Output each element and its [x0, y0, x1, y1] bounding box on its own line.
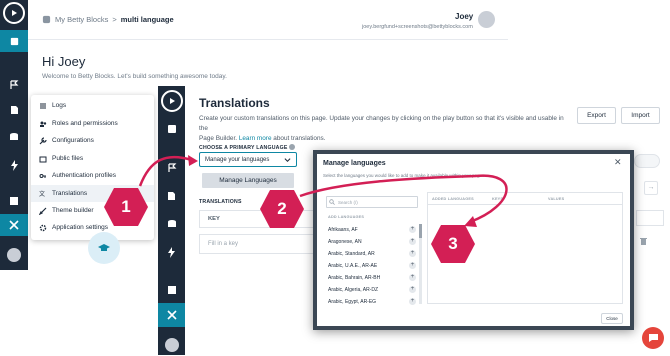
step-number: 1 [121, 197, 131, 216]
arrow-2 [299, 174, 477, 198]
arrow-3 [469, 174, 508, 224]
chat-button[interactable] [642, 327, 664, 349]
step-number: 3 [448, 234, 458, 253]
step-number: 2 [277, 199, 287, 218]
arrow-1 [138, 155, 193, 187]
chat-bubble-icon [648, 334, 658, 342]
arrow-1-head [188, 155, 198, 166]
annotation-arrows [138, 155, 508, 227]
